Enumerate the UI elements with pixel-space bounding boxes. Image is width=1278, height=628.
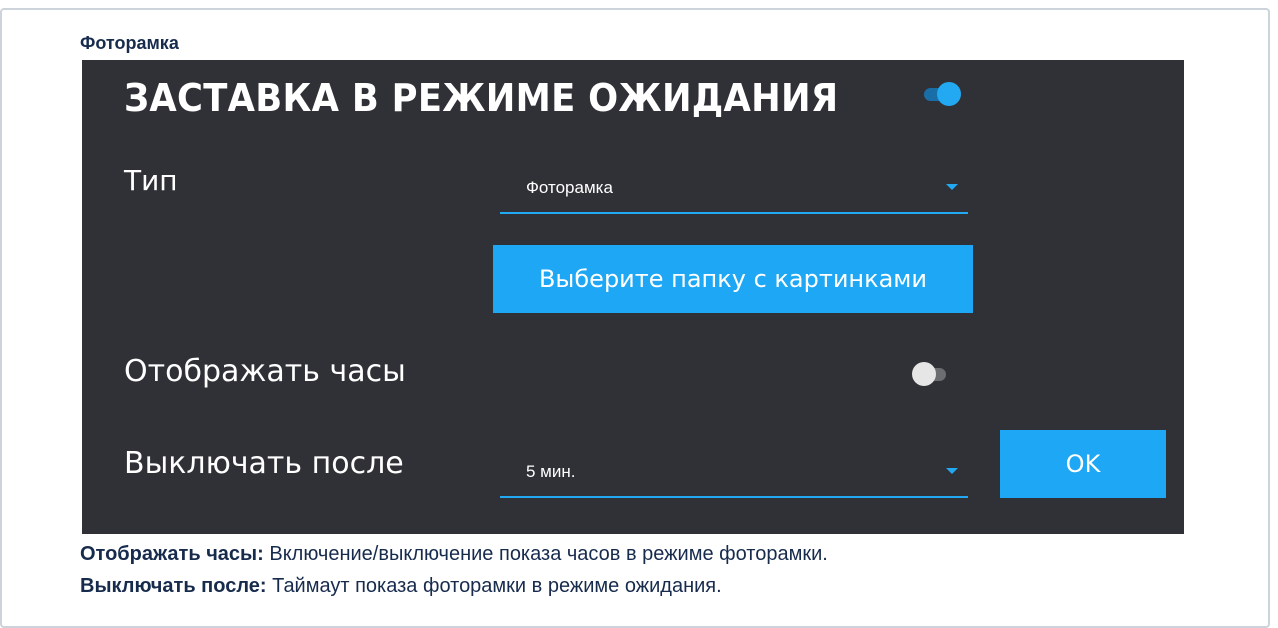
note-term: Выключать после: [80, 575, 267, 597]
turn-off-label: Выключать после [124, 446, 404, 481]
turn-off-dropdown[interactable]: 5 мин. [500, 448, 968, 498]
type-dropdown[interactable]: Фоторамка [500, 164, 968, 214]
note-term: Отображать часы: [80, 543, 264, 565]
note-turn-off: Выключать после: Таймаут показа фоторамк… [80, 575, 722, 598]
note-text: Включение/выключение показа часов в режи… [263, 543, 828, 565]
section-heading: Фоторамка [80, 33, 179, 53]
screensaver-title: ЗАСТАВКА В РЕЖИМЕ ОЖИДАНИЯ [124, 76, 839, 120]
screensaver-toggle[interactable] [924, 82, 961, 106]
type-label: Тип [124, 164, 178, 197]
choose-folder-button[interactable]: Выберите папку с картинками [493, 245, 973, 313]
note-show-clock: Отображать часы: Включение/выключение по… [80, 543, 828, 566]
dropdown-arrow-icon [946, 184, 958, 190]
ok-button[interactable]: OK [1000, 430, 1166, 498]
turn-off-dropdown-value: 5 мин. [526, 462, 576, 481]
device-screenshot: ЗАСТАВКА В РЕЖИМЕ ОЖИДАНИЯ Тип Фоторамка… [82, 60, 1184, 534]
show-clock-label: Отображать часы [124, 354, 406, 389]
show-clock-toggle[interactable] [912, 362, 946, 386]
toggle-thumb [912, 362, 936, 386]
toggle-thumb [937, 82, 961, 106]
type-dropdown-value: Фоторамка [526, 178, 613, 197]
dropdown-arrow-icon [946, 468, 958, 474]
note-text: Таймаут показа фоторамки в режиме ожидан… [266, 575, 722, 597]
